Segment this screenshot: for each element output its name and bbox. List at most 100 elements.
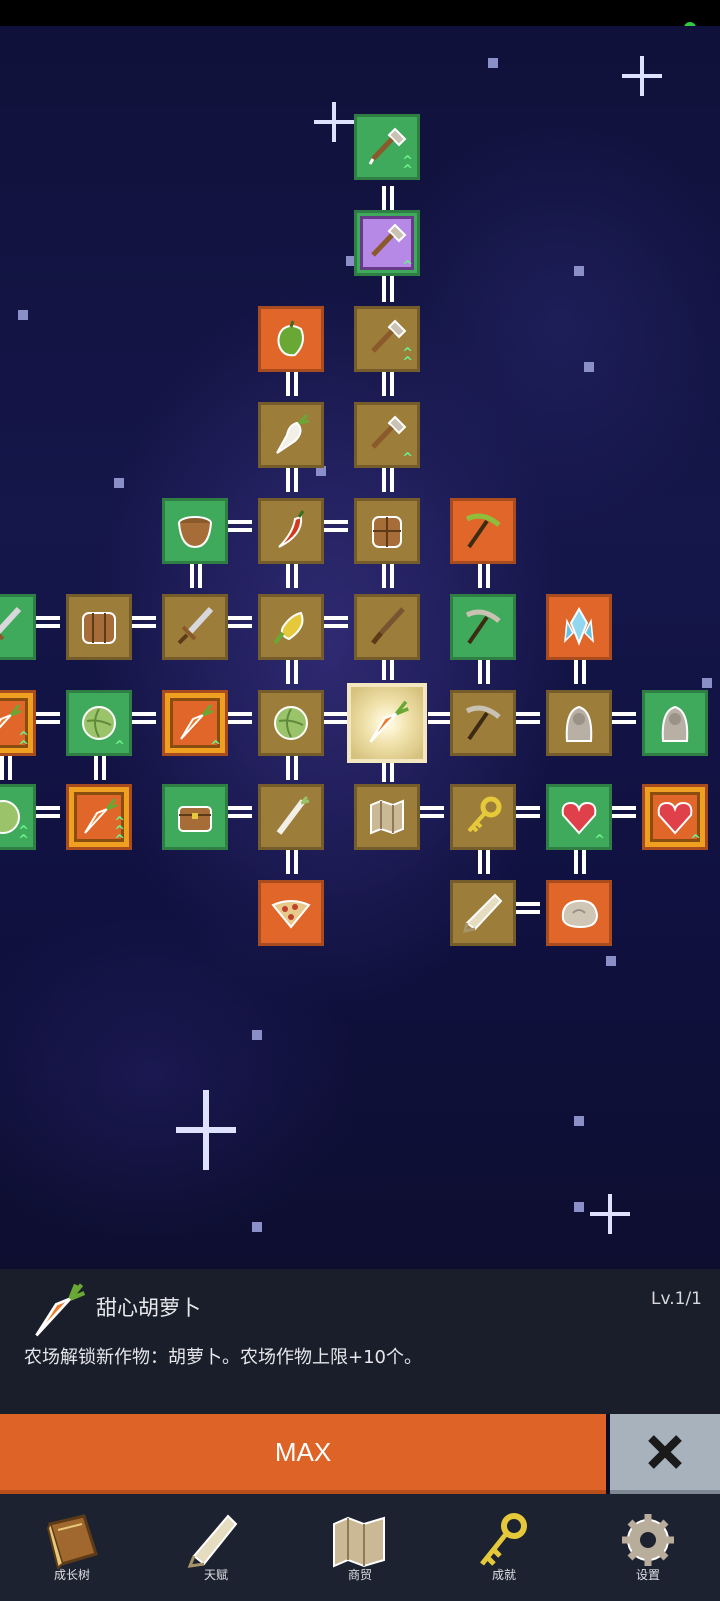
carrot-icon xyxy=(369,700,409,743)
star xyxy=(18,310,28,320)
chain-link xyxy=(382,186,394,212)
skill-node-heart[interactable]: ^ xyxy=(546,784,612,850)
chain-link xyxy=(478,848,490,874)
skill-node-carrot[interactable]: ^ xyxy=(162,690,228,756)
chain-link xyxy=(94,754,106,780)
skill-node-chest[interactable] xyxy=(162,784,228,850)
chain-link xyxy=(132,616,156,628)
nav-growth-tree[interactable]: 成长树 xyxy=(0,1494,144,1601)
pickaxe-icon xyxy=(465,705,501,741)
skill-node-scroll[interactable] xyxy=(450,880,516,946)
skill-tree-canvas[interactable]: ^ ^ ^ ^ ^ ^ ^ ^ ^ ^ ^ ^ ^ ^ ^ ^ ^ xyxy=(0,26,720,1269)
chain-link xyxy=(286,370,298,396)
upgrade-arrows: ^ xyxy=(594,833,605,848)
skill-node-sword[interactable] xyxy=(354,594,420,660)
nav-talent[interactable]: 天赋 xyxy=(144,1494,288,1601)
radish-icon xyxy=(276,413,310,454)
chain-link xyxy=(286,466,298,492)
skill-node-cabbage[interactable] xyxy=(258,690,324,756)
key-icon xyxy=(480,1513,527,1566)
pizza-icon xyxy=(271,900,311,929)
skill-node-carrot-selected[interactable] xyxy=(347,683,427,763)
skill-node-statue[interactable] xyxy=(546,690,612,756)
upgrade-arrows: ^ xyxy=(690,833,701,848)
skill-node-pickaxe[interactable] xyxy=(450,690,516,756)
star xyxy=(606,956,616,966)
skill-node-backpack[interactable] xyxy=(66,594,132,660)
skill-node-pot[interactable] xyxy=(162,498,228,564)
skill-node-cabbage[interactable]: ^ ^ xyxy=(0,784,36,850)
star xyxy=(574,1116,584,1126)
nav-label: 天赋 xyxy=(203,1568,228,1582)
crystal-icon xyxy=(564,606,594,646)
star xyxy=(584,362,594,372)
star xyxy=(252,1030,262,1040)
status-bar xyxy=(0,0,720,34)
skill-description: 农场解锁新作物：胡萝卜。农场作物上限+10个。 xyxy=(24,1347,422,1368)
sword-icon xyxy=(0,606,22,641)
star xyxy=(702,678,712,688)
skill-node-statue[interactable] xyxy=(642,690,708,756)
corn-icon xyxy=(273,611,304,645)
bottom-nav: 成长树 天赋 商贸 成就 设置 xyxy=(0,1494,720,1601)
skill-node-backpack[interactable] xyxy=(354,498,420,564)
chain-link xyxy=(286,754,298,780)
chain-link xyxy=(36,616,60,628)
sparkle xyxy=(314,102,354,142)
chain-link xyxy=(382,562,394,588)
nav-label: 成就 xyxy=(491,1568,516,1582)
skill-node-pickaxe[interactable] xyxy=(450,498,516,564)
scroll-icon xyxy=(187,1514,238,1568)
chain-link xyxy=(428,712,452,724)
skill-node-map[interactable] xyxy=(354,784,420,850)
chest-icon xyxy=(178,806,212,832)
star xyxy=(114,478,124,488)
chain-link xyxy=(382,370,394,396)
nav-label: 设置 xyxy=(635,1568,660,1582)
chain-link xyxy=(228,806,252,818)
skill-node-shovel[interactable]: ^ ^ xyxy=(354,306,420,372)
close-button[interactable] xyxy=(610,1414,720,1494)
skill-node-cabbage[interactable]: ^ xyxy=(66,690,132,756)
nav-achievement[interactable]: 成就 xyxy=(432,1494,576,1601)
skill-node-shovel[interactable]: ^ ^ xyxy=(354,114,420,180)
star xyxy=(574,266,584,276)
pepper-icon xyxy=(277,320,304,357)
skill-node-radish[interactable] xyxy=(258,402,324,468)
skill-node-heart[interactable]: ^ xyxy=(642,784,708,850)
skill-node-stone[interactable] xyxy=(546,880,612,946)
max-upgrade-button[interactable]: MAX xyxy=(0,1414,606,1494)
skill-level: Lv.1/1 xyxy=(651,1289,702,1309)
pickaxe-icon xyxy=(465,609,501,645)
skill-node-key[interactable] xyxy=(450,784,516,850)
nav-trade[interactable]: 商贸 xyxy=(288,1494,432,1601)
skill-node-shovel-purple[interactable]: ^ xyxy=(354,210,420,276)
scroll-icon xyxy=(462,893,503,933)
skill-name: 甜心胡萝卜 xyxy=(96,1296,201,1320)
skill-node-shovel[interactable]: ^ xyxy=(354,402,420,468)
upgrade-arrows: ^ ^ xyxy=(402,346,413,370)
chain-link xyxy=(420,806,444,818)
stone-icon xyxy=(561,899,599,929)
chain-link xyxy=(478,562,490,588)
chain-link xyxy=(36,806,60,818)
sparkle xyxy=(176,1090,236,1170)
chain-link xyxy=(324,520,348,532)
skill-node-chili[interactable] xyxy=(258,498,324,564)
skill-node-crystal[interactable] xyxy=(546,594,612,660)
skill-node-sword[interactable] xyxy=(162,594,228,660)
skill-node-carrot[interactable]: ^ ^ xyxy=(0,690,36,756)
skill-node-sword[interactable] xyxy=(0,594,36,660)
skill-node-corn[interactable] xyxy=(258,594,324,660)
skill-node-pizza[interactable] xyxy=(258,880,324,946)
skill-node-pickaxe[interactable] xyxy=(450,594,516,660)
upgrade-arrows: ^ ^ ^ xyxy=(114,815,125,848)
skill-node-carrot[interactable]: ^ ^ ^ xyxy=(66,784,132,850)
leek-icon xyxy=(276,795,310,835)
chain-link xyxy=(516,712,540,724)
skill-node-leek[interactable] xyxy=(258,784,324,850)
chain-link xyxy=(228,616,252,628)
nav-settings[interactable]: 设置 xyxy=(576,1494,720,1601)
chain-link xyxy=(324,712,348,724)
skill-node-pepper[interactable] xyxy=(258,306,324,372)
